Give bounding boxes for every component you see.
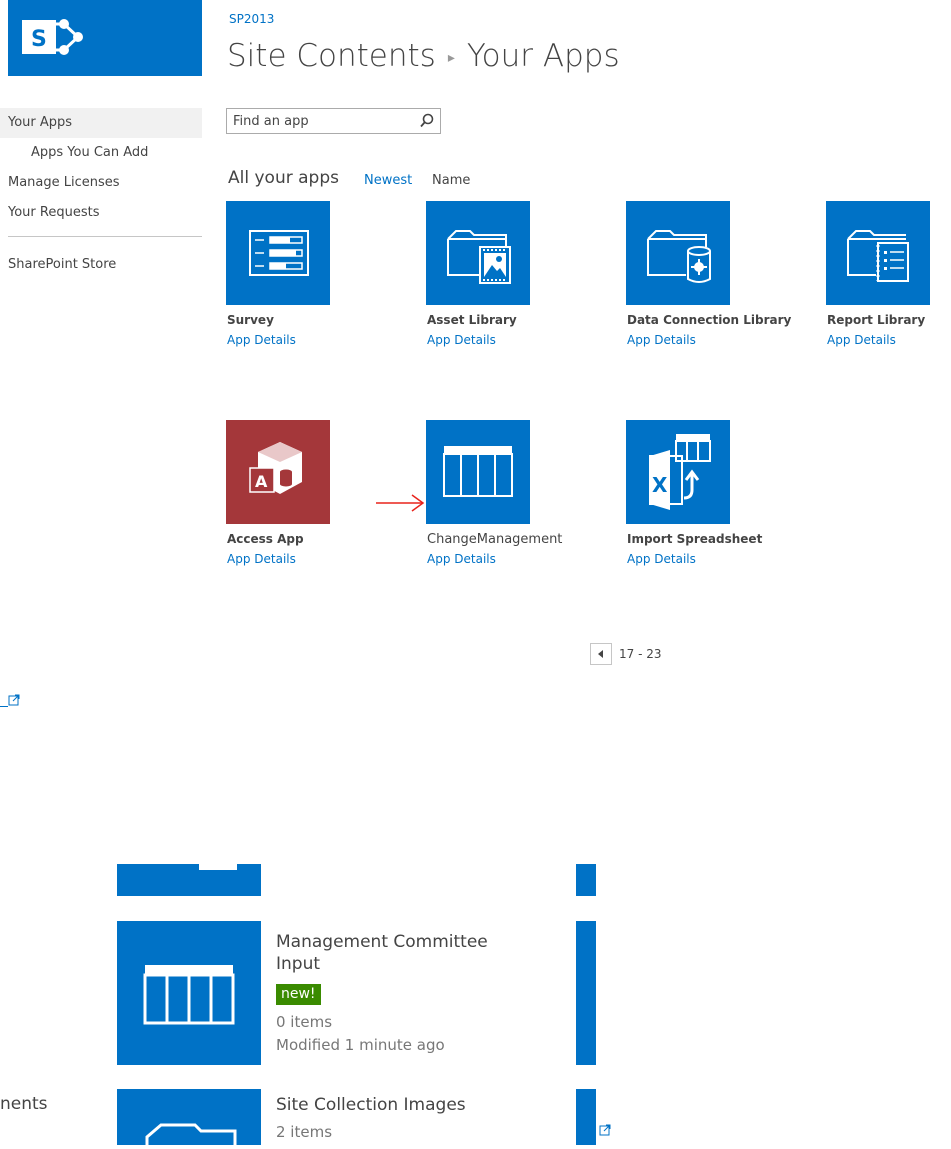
app-tile-changemanagement[interactable]	[426, 420, 530, 524]
sharepoint-logo[interactable]: S	[8, 0, 202, 76]
survey-icon	[249, 230, 309, 276]
breadcrumb-current: Your Apps	[466, 38, 620, 74]
find-app-input[interactable]	[227, 109, 417, 133]
modified-time: Modified 1 minute ago	[276, 1036, 445, 1054]
app-name-changemanagement[interactable]: ChangeManagement	[427, 532, 562, 547]
app-tile-asset-library[interactable]	[426, 201, 530, 305]
list-icon	[143, 965, 235, 1025]
item-count: 0 items	[276, 1013, 333, 1031]
site-title-link[interactable]: SP2013	[229, 12, 274, 26]
app-tile-report-library[interactable]	[826, 201, 930, 305]
svg-text:S: S	[31, 27, 47, 52]
lower-strip-1	[576, 864, 596, 896]
lower-title-line1: Management Committee	[276, 932, 488, 952]
svg-text:A: A	[255, 472, 268, 491]
app-name-survey[interactable]: Survey	[227, 313, 274, 327]
external-link-icon[interactable]	[599, 1124, 611, 1136]
folder-tab-icon	[199, 864, 237, 870]
lower-tile-management-committee-input[interactable]	[117, 921, 261, 1065]
nav-divider	[8, 236, 202, 237]
sharepoint-logo-icon: S	[22, 19, 83, 55]
access-app-icon: A	[249, 442, 302, 494]
asset-library-icon	[447, 230, 511, 284]
chevron-left-icon	[598, 650, 603, 658]
item-count-site-collection-images: 2 items	[276, 1123, 333, 1141]
lower-tile-site-collection-images[interactable]	[117, 1089, 261, 1145]
report-library-icon	[847, 230, 909, 282]
nav-apps-you-can-add[interactable]: Apps You Can Add	[31, 145, 148, 160]
app-name-access-app[interactable]: Access App	[227, 532, 304, 546]
app-name-data-connection-library[interactable]: Data Connection Library	[627, 313, 791, 327]
nav-manage-licenses[interactable]: Manage Licenses	[8, 175, 120, 190]
page-title: Site Contents ▸ Your Apps	[227, 38, 620, 74]
annotation-arrow-icon	[376, 494, 425, 512]
external-link-icon[interactable]	[8, 694, 20, 706]
folder-icon	[145, 1123, 237, 1145]
lower-strip-2	[576, 921, 596, 1065]
import-spreadsheet-icon: X	[649, 434, 711, 510]
new-badge: new!	[276, 984, 321, 1005]
app-details-survey[interactable]: App Details	[227, 333, 296, 347]
app-name-report-library[interactable]: Report Library	[827, 313, 925, 327]
app-name-asset-library[interactable]: Asset Library	[427, 313, 517, 327]
pager-prev-button[interactable]	[590, 643, 612, 665]
lower-tile-partial[interactable]	[117, 864, 261, 896]
link-underline	[0, 706, 8, 707]
sort-newest-link[interactable]: Newest	[364, 173, 412, 188]
lower-title-line2: Input	[276, 954, 321, 974]
app-details-asset-library[interactable]: App Details	[427, 333, 496, 347]
app-details-changemanagement[interactable]: App Details	[427, 552, 496, 566]
find-app-search	[226, 108, 441, 134]
app-details-data-connection-library[interactable]: App Details	[627, 333, 696, 347]
section-title: All your apps	[228, 168, 339, 188]
app-tile-survey[interactable]	[226, 201, 330, 305]
app-tile-data-connection-library[interactable]	[626, 201, 730, 305]
sort-name-link[interactable]: Name	[432, 173, 470, 188]
app-name-import-spreadsheet[interactable]: Import Spreadsheet	[627, 532, 762, 546]
lower-title-management-committee-input[interactable]: Management Committee Input	[276, 931, 488, 975]
app-tile-access-app[interactable]: A	[226, 420, 330, 524]
search-icon[interactable]	[420, 113, 434, 129]
pager-range: 17 - 23	[619, 647, 662, 661]
lower-strip-3	[576, 1089, 596, 1145]
app-details-report-library[interactable]: App Details	[827, 333, 896, 347]
app-tile-import-spreadsheet[interactable]: X	[626, 420, 730, 524]
nav-your-requests[interactable]: Your Requests	[8, 205, 99, 220]
nav-sharepoint-store[interactable]: SharePoint Store	[8, 257, 116, 272]
app-details-import-spreadsheet[interactable]: App Details	[627, 552, 696, 566]
left-fragment-text: nents	[0, 1094, 48, 1114]
nav-your-apps[interactable]: Your Apps	[0, 108, 202, 138]
data-connection-library-icon	[647, 230, 711, 283]
lower-title-site-collection-images[interactable]: Site Collection Images	[276, 1094, 466, 1116]
list-icon	[443, 446, 513, 497]
breadcrumb-site-contents[interactable]: Site Contents	[227, 38, 436, 74]
svg-text:X: X	[652, 473, 668, 497]
breadcrumb-separator-icon: ▸	[447, 49, 455, 66]
app-details-access-app[interactable]: App Details	[227, 552, 296, 566]
